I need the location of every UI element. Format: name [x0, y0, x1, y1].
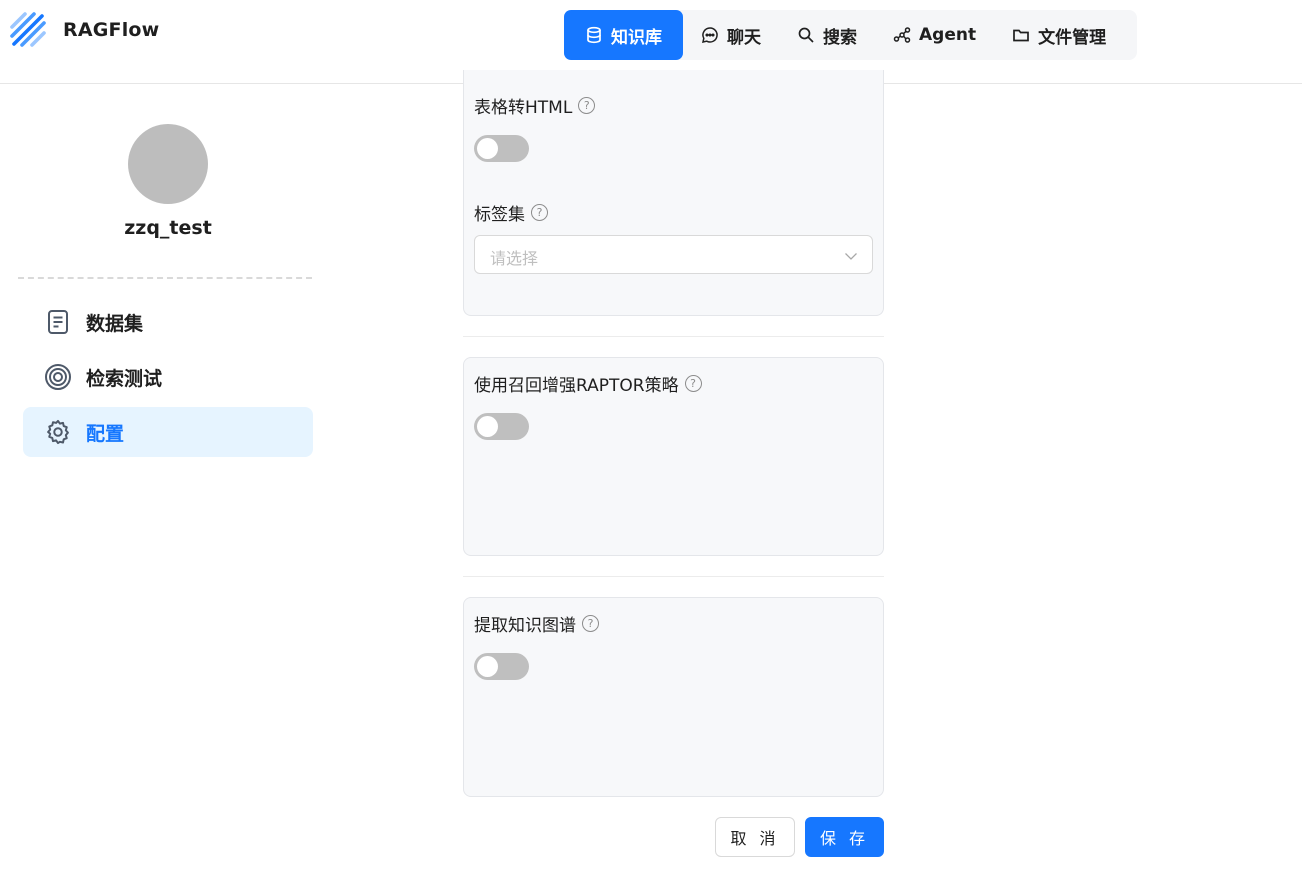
- nav-item-chat[interactable]: 聊天: [683, 10, 779, 60]
- document-icon: [48, 310, 68, 334]
- raptor-label: 使用召回增强RAPTOR策略 ?: [474, 371, 702, 396]
- chevron-down-icon: [845, 253, 857, 260]
- database-icon: [587, 26, 601, 44]
- sidebar-item-label: 检索测试: [86, 367, 163, 390]
- search-icon: [798, 27, 814, 43]
- sidebar-item-retrieval-test[interactable]: 检索测试: [23, 352, 313, 402]
- nav-item-knowledge-base[interactable]: 知识库: [564, 10, 683, 60]
- switch-knob: [477, 416, 498, 437]
- graph-icon: [893, 27, 911, 43]
- nav-item-agent[interactable]: Agent: [875, 10, 994, 60]
- knowledge-graph-switch[interactable]: [474, 653, 529, 680]
- cancel-button[interactable]: 取 消: [715, 817, 795, 857]
- tag-set-select[interactable]: 请选择: [474, 235, 873, 274]
- select-placeholder: 请选择: [490, 249, 539, 268]
- nav-item-label: 搜索: [823, 27, 857, 48]
- kb-avatar: [128, 124, 208, 204]
- nav-item-search[interactable]: 搜索: [779, 10, 875, 60]
- nav-item-label: 聊天: [727, 27, 761, 48]
- table-to-html-label: 表格转HTML ?: [474, 93, 596, 118]
- main-nav: 知识库 聊天 搜索 Agent 文件管理: [564, 10, 1137, 60]
- help-icon[interactable]: ?: [531, 204, 548, 221]
- gear-icon: [47, 419, 69, 445]
- nav-item-file-management[interactable]: 文件管理: [994, 10, 1124, 60]
- app-title: RAGFlow: [63, 19, 160, 41]
- switch-knob: [477, 656, 498, 677]
- tag-set-label: 标签集 ?: [474, 200, 548, 225]
- target-icon: [45, 364, 71, 390]
- section-divider: [463, 576, 884, 577]
- save-button[interactable]: 保 存: [805, 817, 884, 857]
- sidebar-item-dataset[interactable]: 数据集: [23, 297, 313, 347]
- nav-item-label: 文件管理: [1038, 27, 1107, 48]
- help-icon[interactable]: ?: [684, 375, 702, 392]
- help-icon[interactable]: ?: [578, 97, 596, 114]
- ragflow-logo-icon[interactable]: [8, 10, 50, 52]
- raptor-switch[interactable]: [474, 413, 529, 440]
- folder-icon: [1013, 29, 1029, 42]
- section-divider: [463, 336, 884, 337]
- switch-knob: [477, 138, 498, 159]
- knowledge-graph-label: 提取知识图谱 ?: [474, 611, 599, 636]
- help-icon[interactable]: ?: [582, 615, 599, 632]
- sidebar-divider: [18, 277, 312, 279]
- nav-item-label: 知识库: [611, 27, 662, 48]
- sidebar-item-label: 配置: [86, 422, 125, 445]
- chat-icon: [702, 27, 718, 43]
- table-to-html-switch[interactable]: [474, 135, 529, 162]
- nav-item-label: Agent: [919, 25, 977, 45]
- sidebar-item-label: 数据集: [86, 312, 144, 335]
- kb-name: zzq_test: [124, 217, 212, 239]
- sidebar-item-settings[interactable]: 配置: [23, 407, 313, 457]
